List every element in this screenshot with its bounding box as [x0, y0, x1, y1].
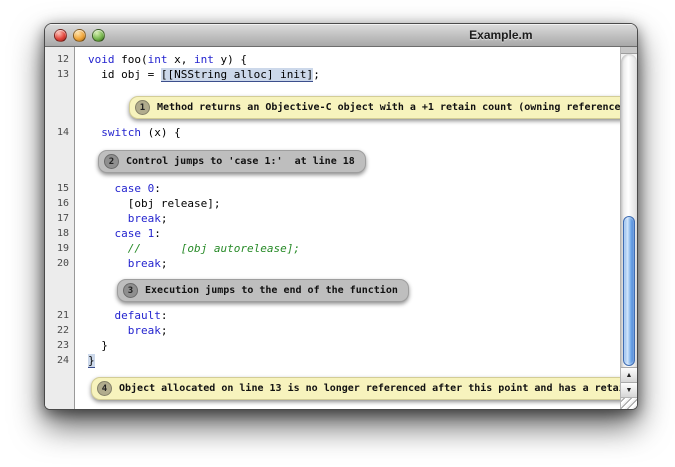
code-text: break;	[75, 323, 168, 338]
window-title: Example.m	[469, 24, 532, 46]
scrollbar-cap	[621, 47, 637, 54]
code-line[interactable]: 17 break;	[45, 211, 620, 226]
code-text: [obj release];	[75, 196, 220, 211]
code-line[interactable]: 14 switch (x) {	[45, 125, 620, 140]
bubble-step-badge: 2	[104, 154, 119, 169]
close-button[interactable]	[54, 29, 67, 42]
code-content[interactable]: 1112void foo(int x, int y) {13 id obj = …	[45, 47, 620, 409]
title-bar[interactable]: Example.m	[45, 24, 637, 47]
bubble-text: Control jumps to 'case 1:' at line 18	[126, 156, 355, 167]
scrollbar-thumb[interactable]	[623, 216, 635, 366]
bubble-text: Method returns an Objective-C object wit…	[157, 102, 620, 113]
code-line[interactable]: 12void foo(int x, int y) {	[45, 52, 620, 67]
resize-grip-icon[interactable]	[621, 397, 637, 409]
line-number: 15	[45, 181, 75, 196]
line-number: 23	[45, 338, 75, 353]
line-number: 22	[45, 323, 75, 338]
analyzer-bubble-2: 2 Control jumps to 'case 1:' at line 18	[98, 150, 366, 173]
line-number: 17	[45, 211, 75, 226]
code-line[interactable]: 21 default:	[45, 308, 620, 323]
analyzer-bubble-1: 1 Method returns an Objective-C object wi…	[129, 96, 620, 119]
line-number: 21	[45, 308, 75, 323]
analyzer-bubble-3: 3 Execution jumps to the end of the funct…	[117, 279, 409, 302]
line-number: 20	[45, 256, 75, 271]
bubble-step-badge: 1	[135, 100, 150, 115]
code-text: switch (x) {	[75, 125, 181, 140]
bubble-text: Object allocated on line 13 is no longer…	[119, 383, 620, 394]
code-text: }	[75, 338, 108, 353]
bubble-step-badge: 4	[97, 381, 112, 396]
code-line[interactable]: 16 [obj release];	[45, 196, 620, 211]
code-text: // [obj autorelease];	[75, 241, 300, 256]
code-line[interactable]: 23 }	[45, 338, 620, 353]
bubble-text: Execution jumps to the end of the functi…	[145, 285, 398, 296]
zoom-button[interactable]	[92, 29, 105, 42]
code-line[interactable]: 19 // [obj autorelease];	[45, 241, 620, 256]
code-editor[interactable]: 1112void foo(int x, int y) {13 id obj = …	[45, 47, 637, 409]
code-text: break;	[75, 256, 168, 271]
scroll-up-button[interactable]: ▲	[621, 367, 637, 382]
code-text: id obj = [[NSString alloc] init];	[75, 67, 320, 82]
code-text: void foo(int x, int y) {	[75, 52, 247, 67]
line-number: 12	[45, 52, 75, 67]
code-line[interactable]: 20 break;	[45, 256, 620, 271]
code-text: case 0:	[75, 181, 161, 196]
line-number: 24	[45, 353, 75, 368]
line-number: 13	[45, 67, 75, 82]
line-number: 18	[45, 226, 75, 241]
minimize-button[interactable]	[73, 29, 86, 42]
down-arrow-icon: ▼	[626, 387, 633, 394]
scroll-down-button[interactable]: ▼	[621, 382, 637, 397]
code-text: break;	[75, 211, 168, 226]
line-number: 16	[45, 196, 75, 211]
window-controls	[54, 29, 105, 42]
analyzer-bubble-4: 4 Object allocated on line 13 is no longe…	[91, 377, 620, 400]
scrollbar-track[interactable]	[621, 54, 637, 367]
line-number: 14	[45, 125, 75, 140]
code-line[interactable]: 13 id obj = [[NSString alloc] init];	[45, 67, 620, 82]
code-text: case 1:	[75, 226, 161, 241]
code-line[interactable]: 18 case 1:	[45, 226, 620, 241]
code-line[interactable]: 24}	[45, 353, 620, 368]
code-text: default:	[75, 308, 167, 323]
bubble-step-badge: 3	[123, 283, 138, 298]
line-number: 19	[45, 241, 75, 256]
code-text: }	[75, 353, 95, 368]
vertical-scrollbar[interactable]: ▲ ▼	[620, 47, 637, 409]
code-line[interactable]: 22 break;	[45, 323, 620, 338]
window: Example.m 1112void foo(int x, int y) {13…	[44, 23, 638, 410]
code-line[interactable]: 15 case 0:	[45, 181, 620, 196]
up-arrow-icon: ▲	[626, 372, 633, 379]
